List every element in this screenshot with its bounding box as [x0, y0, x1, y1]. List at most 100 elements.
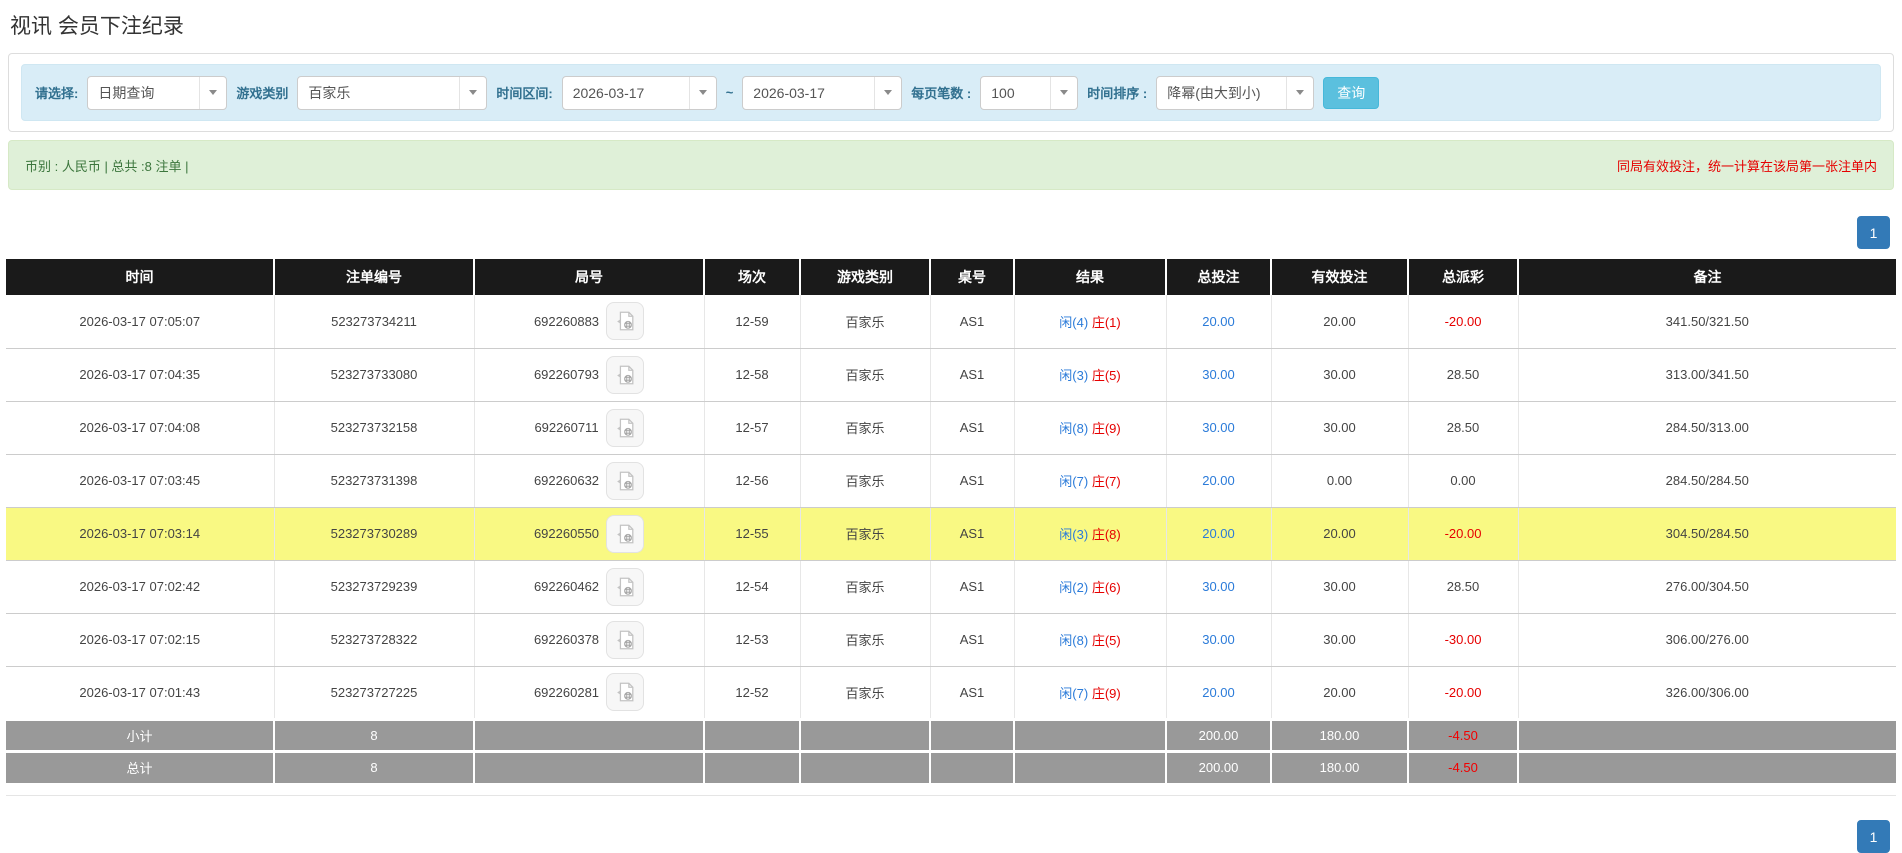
round-id-value: 692260883 [533, 313, 600, 329]
table-row: 2026-03-17 07:02:15 523273728322 6922603… [6, 613, 1896, 667]
date-to-select[interactable]: 2026-03-17 [742, 75, 903, 110]
cell-bet-id: 523273733080 [273, 348, 474, 402]
total-bet-link[interactable]: 30.00 [1202, 579, 1235, 594]
replay-video-button[interactable] [606, 620, 645, 659]
total-bet-link[interactable]: 20.00 [1202, 314, 1235, 329]
cell-table-no: AS1 [929, 507, 1014, 561]
total-count: 8 [273, 749, 474, 783]
total-total-bet: 200.00 [1165, 749, 1271, 783]
table-row: 2026-03-17 07:04:08 523273732158 6922607… [6, 401, 1896, 455]
cell-bet-id: 523273730289 [273, 507, 474, 561]
time-sort-label: 时间排序 : [1087, 86, 1148, 101]
cell-remark: 284.50/313.00 [1517, 401, 1896, 455]
cell-valid-bet: 30.00 [1270, 560, 1408, 614]
header-bet-id: 注单编号 [273, 259, 474, 295]
game-type-label: 游戏类别 [236, 86, 289, 101]
cell-bet-id: 523273731398 [273, 454, 474, 508]
round-id-value: 692260711 [534, 420, 599, 435]
cell-session: 12-56 [703, 454, 800, 508]
cell-bet-id: 523273728322 [273, 613, 474, 667]
cell-payout: -20.00 [1407, 666, 1518, 720]
cell-payout: 28.50 [1407, 401, 1518, 455]
result-player: 闲(3) [1059, 368, 1089, 383]
header-valid-bet: 有效投注 [1270, 259, 1408, 295]
subtotal-label: 小计 [6, 717, 274, 751]
cell-session: 12-55 [703, 507, 800, 561]
total-bet-link[interactable]: 20.00 [1202, 685, 1235, 700]
cell-game-type: 百家乐 [799, 507, 930, 561]
date-from-select[interactable]: 2026-03-17 [561, 75, 717, 110]
cell-remark: 326.00/306.00 [1517, 666, 1896, 720]
total-bet-link[interactable]: 30.00 [1202, 420, 1235, 435]
cell-valid-bet: 30.00 [1270, 401, 1408, 455]
cell-remark: 284.50/284.50 [1517, 454, 1896, 508]
cell-payout: 28.50 [1407, 348, 1518, 402]
cell-session: 12-53 [703, 613, 800, 667]
query-type-select[interactable]: 日期查询 [87, 75, 228, 110]
cell-session: 12-58 [703, 348, 800, 402]
cell-game-type: 百家乐 [799, 560, 930, 614]
replay-video-button[interactable] [606, 355, 645, 394]
cell-total-bet: 30.00 [1165, 613, 1271, 667]
total-bet-link[interactable]: 20.00 [1202, 526, 1235, 541]
result-banker: 庄(9) [1091, 421, 1121, 436]
page-button[interactable]: 1 [1857, 820, 1890, 853]
round-id-value: 692260462 [533, 579, 600, 594]
table-header-row: 时间 注单编号 局号 场次 游戏类别 桌号 结果 总投注 有效投注 总派彩 备注 [6, 259, 1896, 295]
total-bet-link[interactable]: 30.00 [1202, 632, 1235, 647]
cell-remark: 341.50/321.50 [1517, 295, 1896, 349]
cell-session: 12-59 [703, 295, 800, 349]
cell-time: 2026-03-17 07:04:35 [6, 348, 274, 402]
chevron-down-icon [688, 76, 716, 109]
chevron-down-icon [459, 76, 486, 109]
header-result: 结果 [1013, 259, 1166, 295]
result-banker: 庄(5) [1091, 633, 1121, 648]
cell-table-no: AS1 [929, 348, 1014, 402]
header-round-id: 局号 [473, 259, 704, 295]
total-bet-link[interactable]: 30.00 [1202, 367, 1235, 382]
time-sort-value: 降幂(由大到小) [1167, 84, 1261, 101]
cell-result: 闲(7) 庄(7) [1013, 454, 1166, 508]
cell-session: 12-54 [703, 560, 800, 614]
page-button[interactable]: 1 [1857, 216, 1890, 249]
result-banker: 庄(5) [1091, 368, 1121, 383]
video-file-icon [617, 524, 634, 543]
cell-total-bet: 30.00 [1165, 401, 1271, 455]
game-type-select[interactable]: 百家乐 [297, 75, 488, 110]
subtotal-remark [1517, 717, 1896, 751]
cell-total-bet: 20.00 [1165, 454, 1271, 508]
replay-video-button[interactable] [606, 302, 645, 341]
cell-remark: 276.00/304.50 [1517, 560, 1896, 614]
cell-valid-bet: 20.00 [1270, 666, 1408, 720]
table-row: 2026-03-17 07:02:42 523273729239 6922604… [6, 560, 1896, 614]
page-size-select[interactable]: 100 [980, 75, 1079, 110]
subtotal-valid-bet: 180.00 [1270, 717, 1408, 751]
chevron-down-icon [1286, 76, 1313, 109]
cell-table-no: AS1 [929, 295, 1014, 349]
total-bet-link[interactable]: 20.00 [1202, 473, 1235, 488]
replay-video-button[interactable] [606, 567, 645, 606]
video-file-icon [617, 365, 634, 384]
result-player: 闲(2) [1059, 580, 1089, 595]
time-sort-select[interactable]: 降幂(由大到小) [1156, 75, 1315, 110]
subtotal-total-bet: 200.00 [1165, 717, 1271, 751]
currency-summary-bar: 币别 : 人民币 | 总共 :8 注单 | 同局有效投注，统一计算在该局第一张注… [8, 140, 1894, 190]
query-button[interactable]: 查询 [1323, 76, 1380, 109]
result-banker: 庄(7) [1091, 474, 1121, 489]
result-banker: 庄(6) [1091, 580, 1121, 595]
valid-bet-notice: 同局有效投注，统一计算在该局第一张注单内 [1616, 158, 1877, 174]
replay-video-button[interactable] [605, 408, 644, 447]
replay-video-button[interactable] [606, 514, 645, 553]
cell-payout: -20.00 [1407, 295, 1518, 349]
replay-video-button[interactable] [606, 461, 645, 500]
cell-game-type: 百家乐 [799, 348, 930, 402]
result-banker: 庄(1) [1091, 314, 1121, 330]
chevron-down-icon [874, 76, 901, 109]
result-player: 闲(3) [1059, 527, 1089, 542]
table-row: 2026-03-17 07:03:45 523273731398 6922606… [6, 454, 1896, 508]
replay-video-button[interactable] [606, 673, 645, 711]
bet-records-table: 时间 注单编号 局号 场次 游戏类别 桌号 结果 总投注 有效投注 总派彩 备注… [6, 259, 1896, 783]
cell-table-no: AS1 [929, 613, 1014, 667]
total-label: 总计 [6, 749, 274, 783]
cell-bet-id: 523273729239 [273, 560, 474, 614]
